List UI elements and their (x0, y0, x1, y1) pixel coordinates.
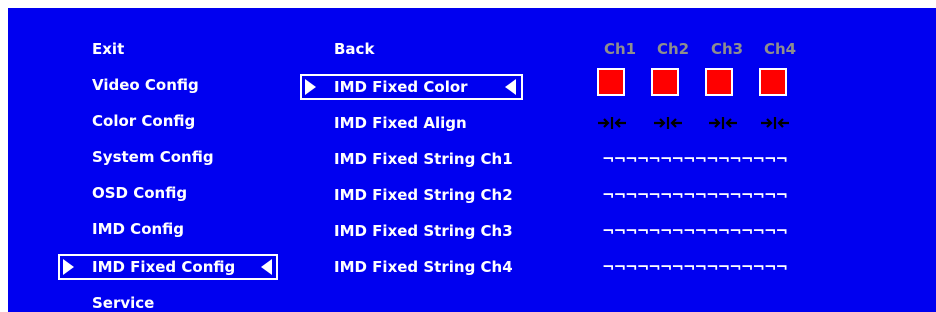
selection-right-arrow-icon (63, 259, 74, 275)
menu-video-config[interactable]: Video Config (92, 76, 199, 94)
string-value-ch3[interactable]: ¬¬¬¬¬¬¬¬¬¬¬¬¬¬¬¬ (602, 222, 788, 240)
menu-imd-fixed-config[interactable]: IMD Fixed Config (92, 258, 235, 276)
menu-service[interactable]: Service (92, 294, 154, 312)
menu-system-config[interactable]: System Config (92, 148, 214, 166)
osd-menu: Exit Video Config Color Config System Co… (8, 8, 936, 312)
selection-left-arrow-icon (505, 79, 516, 95)
color-swatch-ch2[interactable] (651, 68, 679, 96)
color-swatch-ch3[interactable] (705, 68, 733, 96)
submenu-back[interactable]: Back (334, 40, 374, 58)
submenu-imd-fixed-align[interactable]: IMD Fixed Align (334, 114, 467, 132)
string-value-ch1[interactable]: ¬¬¬¬¬¬¬¬¬¬¬¬¬¬¬¬ (602, 150, 788, 168)
channel-header-ch2: Ch2 (657, 40, 690, 58)
channel-header-ch4: Ch4 (764, 40, 797, 58)
submenu-imd-fixed-string-ch3[interactable]: IMD Fixed String Ch3 (334, 222, 513, 240)
submenu-imd-fixed-string-ch4[interactable]: IMD Fixed String Ch4 (334, 258, 513, 276)
align-center-icon[interactable] (597, 117, 627, 129)
channel-header-ch1: Ch1 (604, 40, 637, 58)
align-center-icon[interactable] (708, 117, 738, 129)
menu-imd-config[interactable]: IMD Config (92, 220, 184, 238)
submenu-imd-fixed-string-ch1[interactable]: IMD Fixed String Ch1 (334, 150, 513, 168)
color-swatch-ch1[interactable] (597, 68, 625, 96)
string-value-ch4[interactable]: ¬¬¬¬¬¬¬¬¬¬¬¬¬¬¬¬ (602, 258, 788, 276)
menu-osd-config[interactable]: OSD Config (92, 184, 187, 202)
channel-header-ch3: Ch3 (711, 40, 744, 58)
submenu-imd-fixed-color[interactable]: IMD Fixed Color (334, 78, 468, 96)
string-value-ch2[interactable]: ¬¬¬¬¬¬¬¬¬¬¬¬¬¬¬¬ (602, 186, 788, 204)
align-center-icon[interactable] (760, 117, 790, 129)
submenu-imd-fixed-string-ch2[interactable]: IMD Fixed String Ch2 (334, 186, 513, 204)
menu-color-config[interactable]: Color Config (92, 112, 195, 130)
color-swatch-ch4[interactable] (759, 68, 787, 96)
selection-right-arrow-icon (305, 79, 316, 95)
menu-exit[interactable]: Exit (92, 40, 124, 58)
selection-left-arrow-icon (261, 259, 272, 275)
align-center-icon[interactable] (653, 117, 683, 129)
